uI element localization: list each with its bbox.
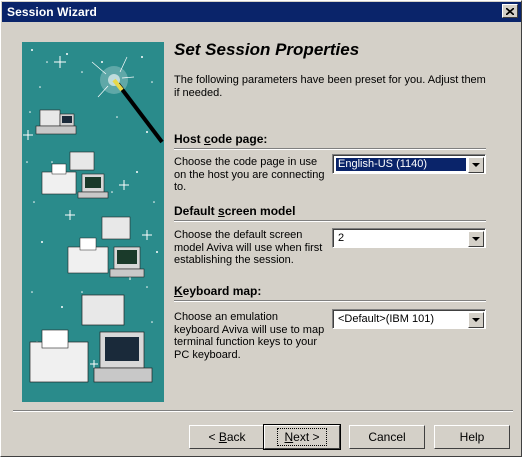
section-divider (174, 148, 486, 150)
dropdown-arrow-icon (472, 163, 480, 167)
next-rest: ext > (293, 430, 320, 444)
screen-model-description: Choose the default screen model Aviva wi… (174, 229, 323, 266)
dropdown-arrow-icon (472, 237, 480, 241)
label-text: Default (174, 204, 219, 218)
keyboard-map-value: <Default>(IBM 101) (338, 313, 434, 325)
footer-separator (13, 410, 513, 412)
magic-wand-icon (91, 56, 164, 144)
window-title: Session Wizard (7, 5, 97, 19)
label-text: Host (174, 132, 204, 146)
wizard-illustration (22, 42, 164, 402)
host-code-page-value: English-US (1140) (336, 158, 466, 171)
section-divider (174, 220, 486, 222)
combo-frame: <Default>(IBM 101) (333, 310, 485, 328)
back-label: < Back (208, 430, 245, 444)
combo-frame: 2 (333, 229, 485, 247)
section-divider (174, 300, 486, 302)
host-code-page-dropdown-button[interactable] (468, 157, 484, 173)
next-button[interactable]: Next > (263, 424, 341, 450)
keyboard-map-select[interactable]: <Default>(IBM 101) (332, 309, 486, 329)
next-accel: N (284, 430, 294, 444)
label-text: eyboard map: (182, 284, 262, 298)
combo-frame: English-US (1140) (333, 155, 485, 173)
back-prefix: < (208, 430, 219, 444)
help-label: Help (459, 430, 485, 444)
help-button[interactable]: Help (434, 425, 510, 449)
close-icon (506, 7, 514, 15)
label-text: creen model (224, 204, 296, 218)
cancel-button[interactable]: Cancel (349, 425, 425, 449)
keyboard-map-label: Keyboard map: (174, 284, 261, 298)
illustration-graphic (23, 49, 164, 383)
label-accel: K (174, 284, 183, 298)
label-accel: s (218, 204, 225, 218)
title-bar[interactable]: Session Wizard (2, 2, 521, 22)
back-button[interactable]: < Back (189, 425, 265, 449)
host-code-page-label: Host code page: (174, 132, 267, 146)
label-accel: c (204, 132, 211, 146)
screen-model-select[interactable]: 2 (332, 228, 486, 248)
close-button[interactable] (502, 4, 518, 18)
printer-icon (41, 151, 109, 199)
back-rest: ack (226, 430, 246, 444)
host-code-page-select[interactable]: English-US (1140) (332, 154, 486, 174)
page-title: Set Session Properties (174, 40, 360, 59)
keyboard-map-description: Choose an emulation keyboard Aviva will … (174, 311, 325, 361)
label-text: ode page: (210, 132, 268, 146)
screen-model-label: Default screen model (174, 204, 295, 218)
screen-model-dropdown-button[interactable] (468, 231, 484, 247)
dropdown-arrow-icon (472, 318, 480, 322)
computer-icon (35, 109, 77, 135)
intro-text: The following parameters have been prese… (174, 74, 486, 99)
keyboard-map-dropdown-button[interactable] (468, 312, 484, 328)
session-wizard-window: Session Wizard Set Session Properties Th… (0, 0, 522, 457)
back-accel: B (218, 430, 227, 444)
host-code-page-description: Choose the code page in use on the host … (174, 156, 325, 193)
screen-model-value: 2 (338, 232, 345, 244)
next-label: Next > (277, 428, 327, 446)
cancel-label: Cancel (368, 430, 406, 444)
